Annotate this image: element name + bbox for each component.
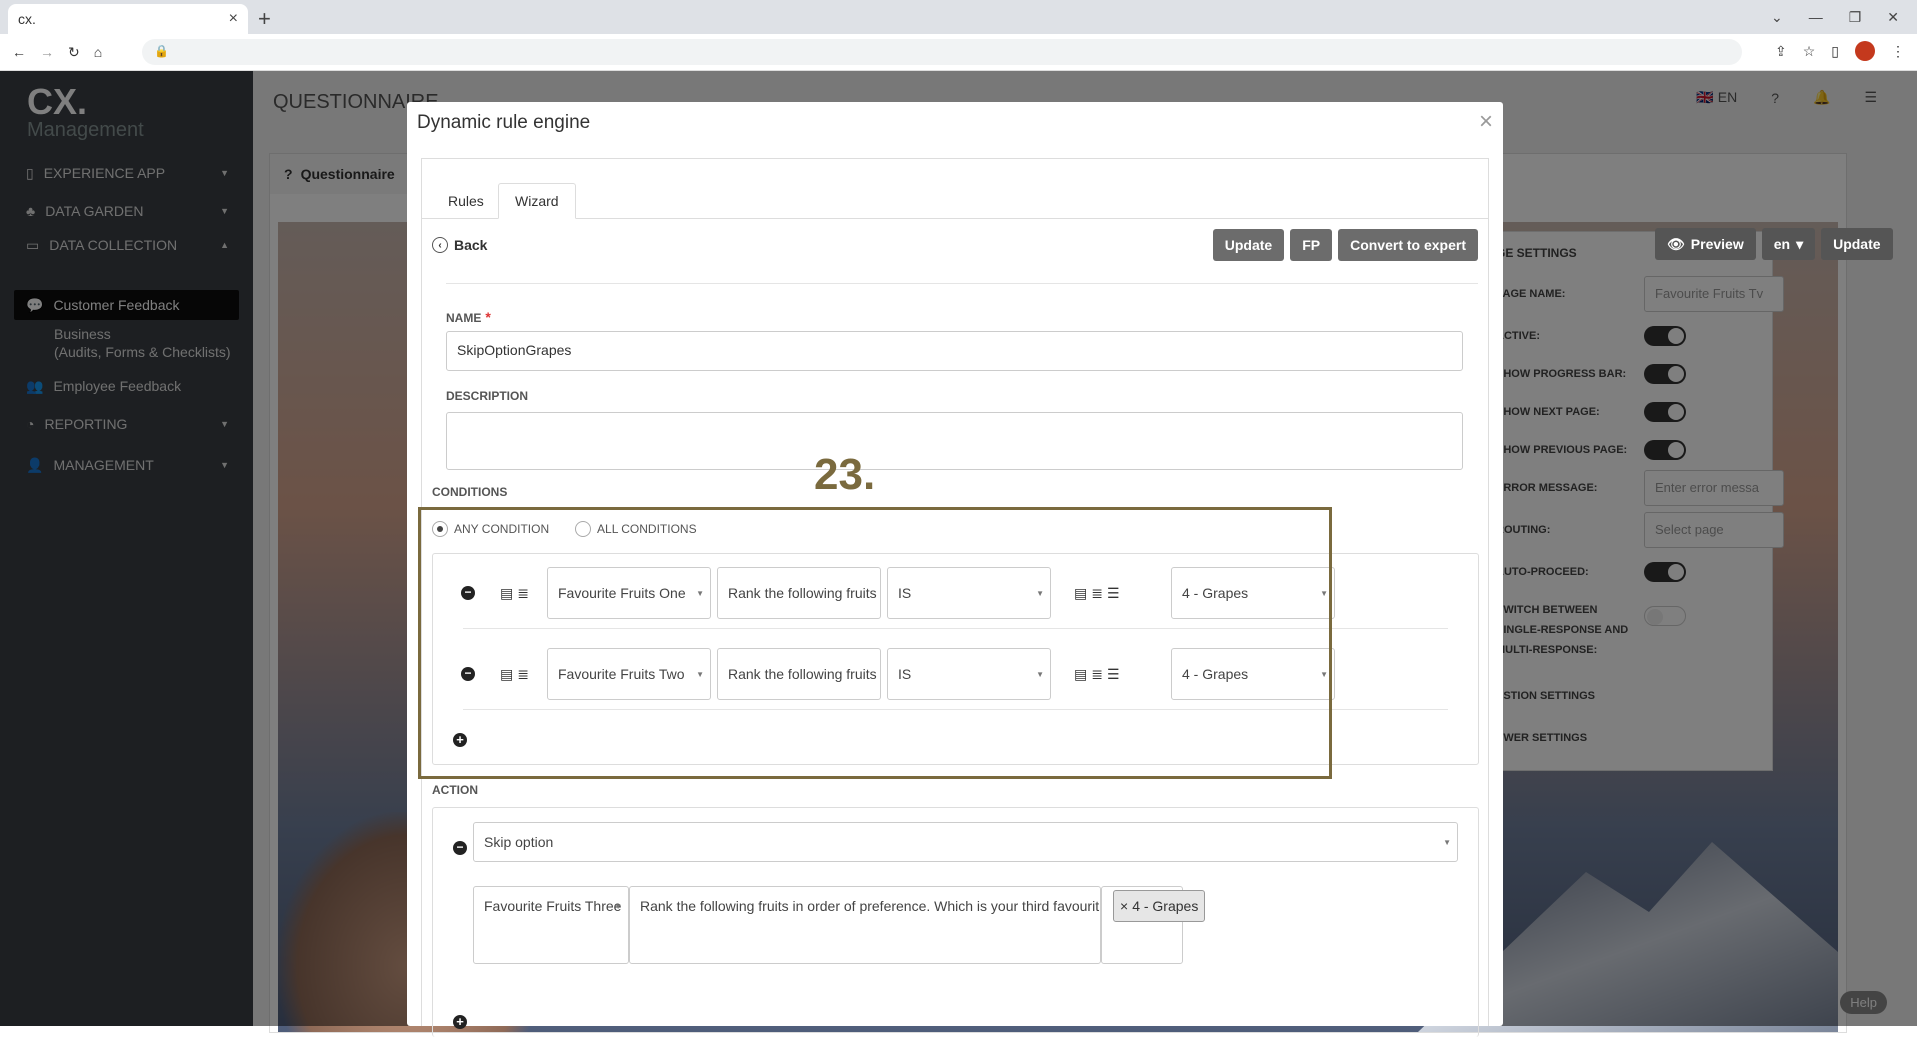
tab-title: cx.	[18, 11, 36, 27]
new-tab-icon[interactable]: +	[258, 6, 271, 32]
star-icon[interactable]: ☆	[1803, 43, 1816, 60]
description-input[interactable]	[446, 412, 1463, 470]
close-window-icon[interactable]: ✕	[1887, 9, 1899, 26]
minimize-icon[interactable]: —	[1809, 9, 1823, 25]
questionnaire-update-button[interactable]: Update	[1821, 228, 1893, 260]
action-type-value: Skip option	[484, 834, 554, 850]
language-dropdown[interactable]: en ▾	[1761, 228, 1816, 260]
questionnaire-top-buttons: 👁 Preview en ▾ Update	[1655, 228, 1893, 260]
reload-icon[interactable]: ↻	[68, 44, 80, 61]
window-controls: ⌄ — ❐ ✕	[1771, 0, 1917, 34]
back-arrow-icon[interactable]: ←	[12, 44, 26, 60]
lock-icon: 🔒	[154, 44, 169, 58]
name-label-text: NAME	[446, 311, 482, 325]
lang-label: en	[1773, 236, 1791, 252]
caret-down-icon: ▼	[1443, 838, 1451, 847]
action-page-value: Favourite Fruits Three	[484, 898, 622, 914]
remove-tag-icon[interactable]: ×	[1120, 898, 1128, 914]
description-label: DESCRIPTION	[446, 389, 529, 403]
name-input[interactable]: SkipOptionGrapes	[446, 331, 1463, 371]
tab-rules[interactable]: Rules	[432, 183, 500, 219]
action-label: ACTION	[432, 783, 478, 797]
close-icon[interactable]: ×	[1479, 108, 1493, 136]
eye-icon: 👁	[1667, 235, 1685, 252]
browser-tabbar: cx. × + ⌄ — ❐ ✕	[0, 0, 1917, 34]
fp-button[interactable]: FP	[1290, 229, 1333, 261]
toolbar-right: ⇪ ☆ ▯ ⋮	[1775, 41, 1905, 61]
action-question-value: Rank the following fruits in order of pr…	[640, 898, 1100, 914]
back-label: Back	[454, 237, 488, 253]
action-page-select[interactable]: Favourite Fruits Three ▼	[473, 886, 629, 964]
update-button[interactable]: Update	[1212, 229, 1285, 261]
divider	[446, 283, 1478, 284]
name-label: NAME *	[446, 309, 491, 325]
sidepanel-icon[interactable]: ▯	[1831, 43, 1839, 60]
action-question-select[interactable]: Rank the following fruits in order of pr…	[629, 886, 1101, 964]
action-section: − Skip option ▼ Favourite Fruits Three ▼ R…	[432, 807, 1479, 1037]
forward-arrow-icon[interactable]: →	[40, 44, 54, 60]
convert-to-expert-button[interactable]: Convert to expert	[1338, 229, 1478, 261]
annotation-number: 23.	[814, 450, 876, 499]
menu-kebab-icon[interactable]: ⋮	[1891, 43, 1905, 60]
avatar[interactable]	[1855, 41, 1875, 61]
chevron-left-icon: ‹	[432, 237, 448, 253]
browser-toolbar: ← → ↻ ⌂ 🔒 ⇪ ☆ ▯ ⋮	[0, 34, 1917, 71]
conditions-label: CONDITIONS	[432, 485, 508, 499]
required-marker: *	[485, 309, 491, 325]
share-icon[interactable]: ⇪	[1775, 43, 1787, 60]
preview-label: Preview	[1690, 236, 1744, 252]
remove-action-icon[interactable]: −	[453, 841, 467, 855]
wizard-buttons: Update FP Convert to expert	[1212, 229, 1478, 261]
selected-option-tag[interactable]: × 4 - Grapes	[1113, 890, 1206, 922]
restore-icon[interactable]: ❐	[1849, 9, 1862, 26]
browser-tab[interactable]: cx. ×	[8, 4, 248, 34]
caret-down-icon: ▼	[614, 902, 622, 911]
address-bar[interactable]: 🔒	[142, 39, 1742, 65]
tag-label: 4 - Grapes	[1132, 898, 1199, 914]
annotation-highlight-box	[418, 507, 1332, 779]
preview-button[interactable]: 👁 Preview	[1655, 228, 1756, 260]
back-button[interactable]: ‹ Back	[432, 237, 487, 253]
tab-wizard[interactable]: Wizard	[498, 183, 576, 219]
rule-tabs: Rules Wizard	[422, 173, 1488, 219]
add-action-icon[interactable]: +	[453, 1015, 467, 1029]
modal-title: Dynamic rule engine	[417, 112, 591, 133]
tab-search-icon[interactable]: ⌄	[1771, 9, 1783, 26]
close-tab-icon[interactable]: ×	[229, 10, 238, 28]
action-type-select[interactable]: Skip option ▼	[473, 822, 1458, 862]
home-icon[interactable]: ⌂	[94, 44, 102, 60]
caret-down-icon: ▾	[1796, 235, 1804, 252]
